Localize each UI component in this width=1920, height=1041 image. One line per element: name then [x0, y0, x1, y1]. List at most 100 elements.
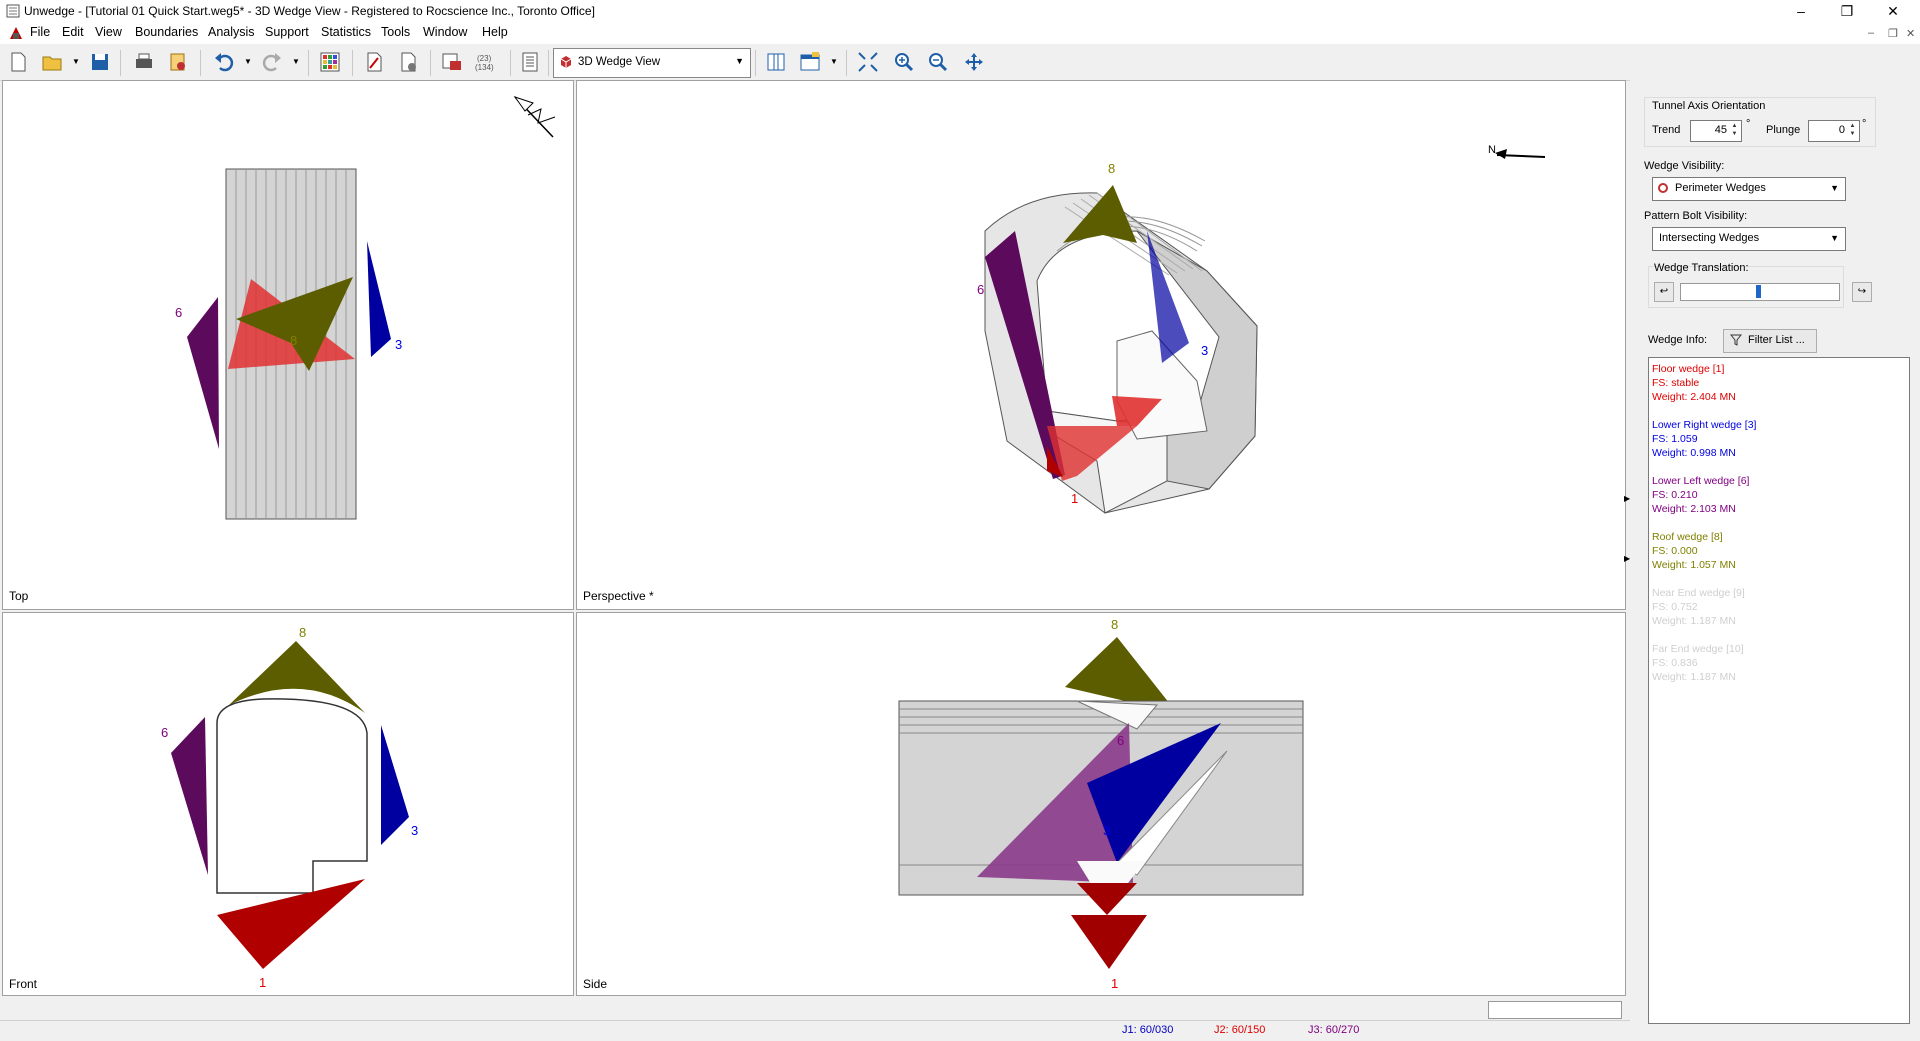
wedge-info-name: Roof wedge [8]: [1652, 531, 1723, 543]
restore-button[interactable]: ❐: [1824, 0, 1870, 22]
grid-icon[interactable]: [318, 50, 342, 74]
open-dropdown-icon[interactable]: ▼: [72, 57, 80, 66]
menu-window[interactable]: Window: [423, 25, 467, 39]
undo-dropdown-icon[interactable]: ▼: [244, 57, 252, 66]
view-dropdown-icon[interactable]: ▼: [830, 57, 838, 66]
plunge-label: Plunge: [1766, 124, 1801, 136]
translate-back-button[interactable]: ↩: [1654, 282, 1674, 302]
pattern-bolt-select[interactable]: Intersecting Wedges ▼: [1652, 227, 1846, 251]
menu-boundaries[interactable]: Boundaries: [135, 25, 198, 39]
trend-label: Trend: [1652, 124, 1681, 136]
north-label: N: [1488, 144, 1496, 156]
status-bar: J1: 60/030 J2: 60/150 J3: 60/270: [0, 1001, 1630, 1041]
wedge-info-item[interactable]: Lower Left wedge [6] FS: 0.210 Weight: 2.1…: [1652, 474, 1749, 516]
wedge-info-fs: FS: stable: [1652, 377, 1700, 389]
spinner-icon[interactable]: ▲ ▼: [1729, 122, 1740, 138]
view-window-icon[interactable]: [798, 50, 822, 74]
pane-label-top: Top: [9, 589, 29, 603]
joint-j3: J3: 60/270: [1308, 1024, 1360, 1036]
minimize-button[interactable]: –: [1778, 0, 1824, 22]
wedge-translation-label: Wedge Translation:: [1654, 262, 1749, 274]
wedge-label-1: 1: [1111, 976, 1118, 991]
mdi-restore-icon[interactable]: ❐: [1888, 27, 1898, 40]
menu-bar: File Edit View Boundaries Analysis Suppo…: [0, 22, 1920, 44]
wedge-info-item[interactable]: Lower Right wedge [3] FS: 1.059 Weight: 0.…: [1652, 418, 1756, 460]
right-wedge-top: [367, 241, 391, 357]
svg-text:(23): (23): [477, 54, 492, 63]
mdi-minimize-icon[interactable]: –: [1868, 27, 1874, 39]
menu-analysis[interactable]: Analysis: [208, 25, 255, 39]
svg-text:(134): (134): [475, 63, 494, 72]
wedge-info-item[interactable]: Far End wedge [10] FS: 0.836 Weight: 1.187…: [1652, 642, 1744, 684]
wedge-info-item[interactable]: Near End wedge [9] FS: 0.752 Weight: 1.187…: [1652, 586, 1745, 628]
info-viewer-icon[interactable]: [518, 50, 542, 74]
menu-help[interactable]: Help: [482, 25, 508, 39]
analysis-settings-icon[interactable]: [396, 50, 420, 74]
top-view-pane[interactable]: 6 8 3 Top: [2, 80, 574, 610]
menu-statistics[interactable]: Statistics: [321, 25, 371, 39]
wedge-info-weight: Weight: 1.187 MN: [1652, 615, 1736, 627]
menu-edit[interactable]: Edit: [62, 25, 84, 39]
wedge-info-weight: Weight: 0.998 MN: [1652, 447, 1736, 459]
wedge-info-item[interactable]: Floor wedge [1] FS: stable Weight: 2.404 M…: [1652, 362, 1736, 404]
translate-forward-button[interactable]: ↪: [1852, 282, 1872, 302]
mdi-close-icon[interactable]: ✕: [1906, 27, 1915, 40]
pane-label-front: Front: [9, 977, 38, 991]
wedge-label-3: 3: [1103, 823, 1110, 838]
input-data-icon[interactable]: [362, 50, 386, 74]
perspective-view-pane[interactable]: N 8 6 3 1 Perspective *: [576, 80, 1626, 610]
zoom-in-icon[interactable]: [892, 50, 916, 74]
undo-icon[interactable]: [212, 50, 236, 74]
view-type-select[interactable]: 3D Wedge View ▼: [553, 48, 751, 78]
trend-input[interactable]: 45 ▲ ▼: [1690, 120, 1742, 142]
wedge-info-fs: FS: 0.210: [1652, 489, 1698, 501]
wedge-visibility-select[interactable]: Perimeter Wedges ▼: [1652, 177, 1846, 201]
export-icon[interactable]: [166, 50, 190, 74]
slider-thumb[interactable]: [1756, 285, 1761, 298]
wedge-info-fs: FS: 0.000: [1652, 545, 1698, 557]
redo-dropdown-icon[interactable]: ▼: [292, 57, 300, 66]
save-icon[interactable]: [88, 50, 112, 74]
pan-icon[interactable]: [962, 50, 986, 74]
plunge-input[interactable]: 0 ▲ ▼: [1808, 120, 1860, 142]
joint-j1: J1: 60/030: [1122, 1024, 1174, 1036]
document-icon[interactable]: [8, 25, 24, 41]
wedge-info-item[interactable]: Roof wedge [8] FS: 0.000 Weight: 1.057 MN: [1652, 530, 1736, 572]
front-view-pane[interactable]: 8 6 3 1 Front: [2, 612, 574, 996]
wedge-visibility-icon: [1658, 183, 1668, 193]
translate-forward-icon: ↪: [1857, 286, 1867, 297]
wedge-translation-slider[interactable]: [1680, 283, 1840, 301]
close-button[interactable]: ✕: [1870, 0, 1916, 22]
filter-list-button[interactable]: Filter List ...: [1723, 329, 1817, 353]
wedge-info-list[interactable]: Floor wedge [1] FS: stable Weight: 2.404 M…: [1648, 357, 1910, 1024]
layout-columns-icon[interactable]: [764, 50, 788, 74]
filter-icon: [1730, 334, 1742, 346]
open-folder-icon[interactable]: [40, 50, 64, 74]
wedge-info-name: Floor wedge [1]: [1652, 363, 1725, 375]
wedge-info-fs: FS: 1.059: [1652, 433, 1698, 445]
wedge-label-1: 1: [1071, 491, 1078, 506]
zoom-all-icon[interactable]: [856, 50, 880, 74]
zoom-out-icon[interactable]: [926, 50, 950, 74]
menu-file[interactable]: File: [30, 25, 50, 39]
side-view-pane[interactable]: 8 6 3 1 Side: [576, 612, 1626, 996]
wedge-label-8: 8: [1111, 617, 1118, 632]
wedge-info-name: Near End wedge [9]: [1652, 587, 1745, 599]
wedge-info-weight: Weight: 1.057 MN: [1652, 559, 1736, 571]
new-file-icon[interactable]: [6, 50, 30, 74]
wedge-label-3: 3: [1201, 343, 1208, 358]
menu-support[interactable]: Support: [265, 25, 309, 39]
plunge-value: 0: [1838, 124, 1845, 136]
compute-icon[interactable]: [440, 50, 464, 74]
print-icon[interactable]: [132, 50, 156, 74]
right-wedge-front: [381, 725, 409, 845]
translate-back-icon: ↩: [1659, 286, 1669, 297]
filter-list-label: Filter List ...: [1748, 334, 1805, 346]
pane-label-perspective: Perspective *: [583, 589, 654, 603]
redo-icon[interactable]: [260, 50, 284, 74]
statistics-icon[interactable]: (23)(134): [474, 50, 498, 74]
wedge-label-6: 6: [977, 282, 984, 297]
spinner-icon[interactable]: ▲ ▼: [1847, 122, 1858, 138]
menu-tools[interactable]: Tools: [381, 25, 410, 39]
menu-view[interactable]: View: [95, 25, 122, 39]
